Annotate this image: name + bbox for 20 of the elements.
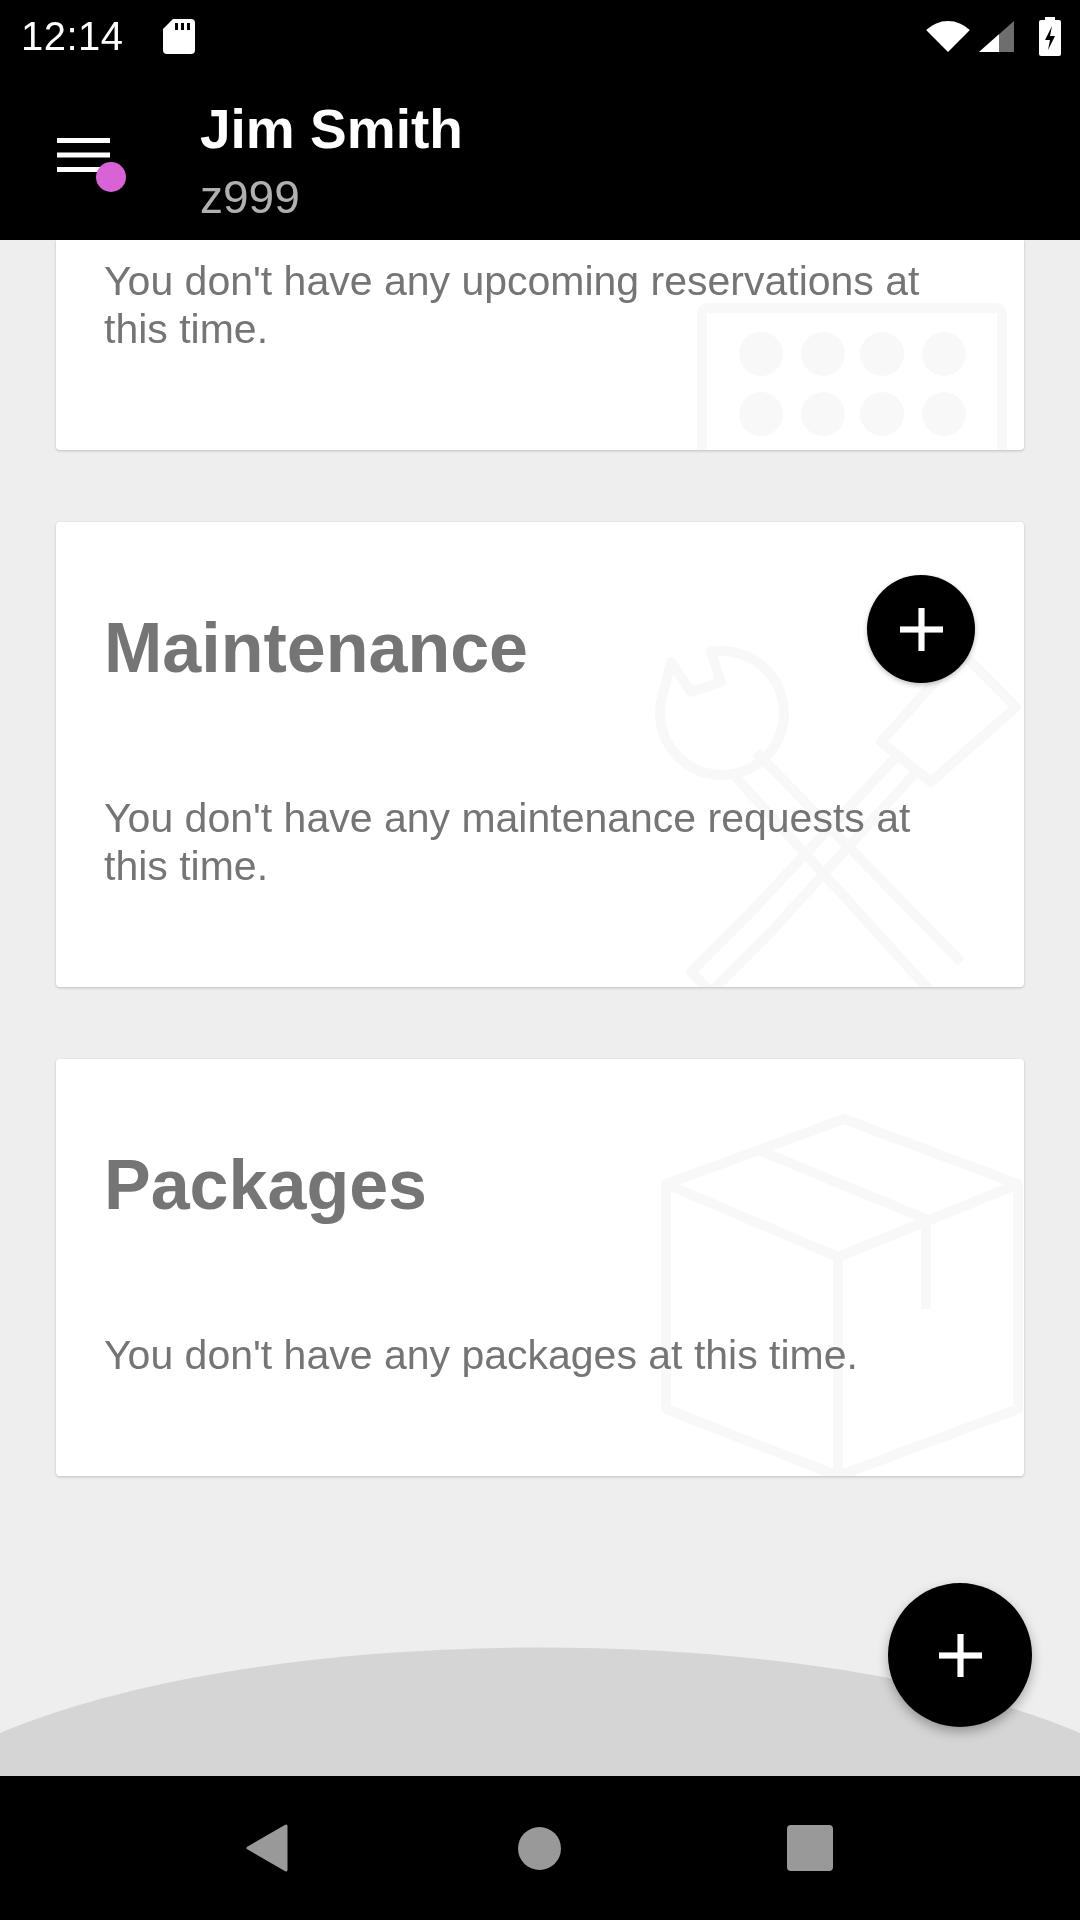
battery-charging-icon [1039,16,1061,56]
card-title: Packages [104,1145,428,1226]
card-title: Maintenance [104,608,528,689]
back-icon[interactable] [246,1824,288,1872]
status-time: 12:14 [21,13,124,59]
home-icon[interactable] [518,1826,561,1870]
user-name: Jim Smith [200,99,463,159]
sd-card-icon [162,18,195,54]
empty-message: You don't have any maintenance requests at this time. [104,794,912,890]
menu-button[interactable] [57,138,127,193]
plus-icon [938,1633,982,1677]
signal-icon [979,20,1014,52]
plus-icon [899,607,943,651]
wifi-icon [925,20,971,52]
add-button[interactable] [867,575,975,683]
user-id: z999 [200,171,301,223]
empty-message: You don't have any upcoming reservations at this time. [104,257,921,353]
add-fab-button[interactable] [888,1583,1032,1727]
empty-message: You don't have any packages at this time. [104,1331,859,1379]
menu-icon [57,138,110,172]
